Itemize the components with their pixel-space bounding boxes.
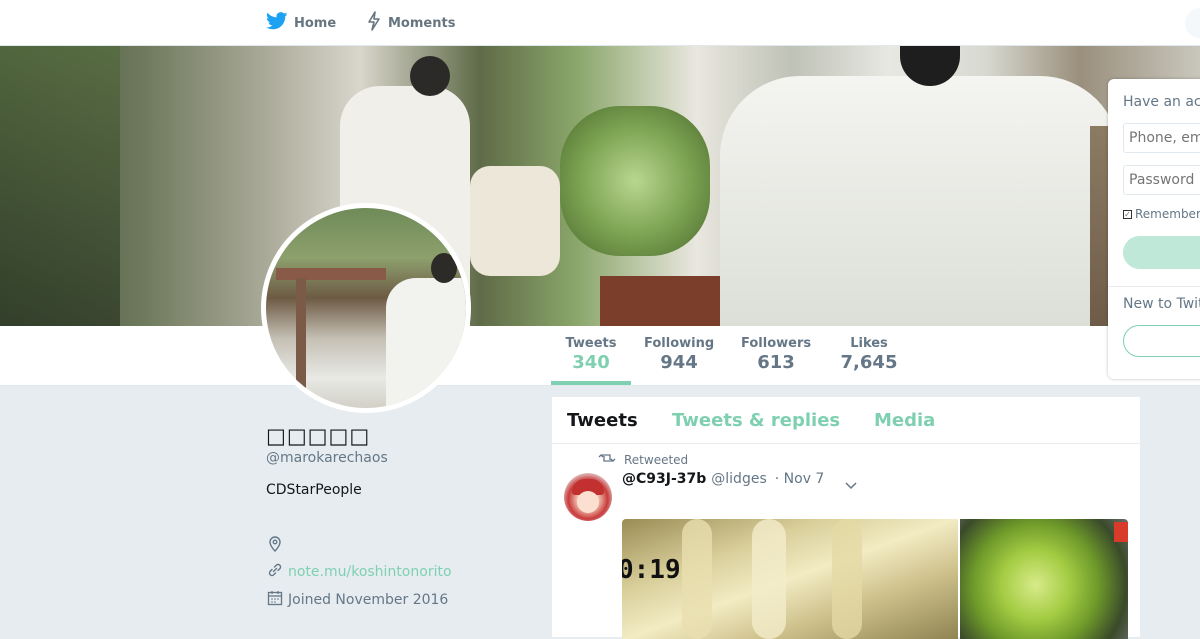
remember-label: Remember me (1135, 207, 1200, 221)
remember-me[interactable]: ✓ Remember me (1123, 207, 1200, 221)
profile-avatar[interactable] (261, 203, 471, 413)
login-divider (1108, 286, 1200, 287)
tweet-author-name[interactable]: @C93J-37b (622, 471, 706, 487)
stat-value: 7,645 (840, 352, 898, 373)
active-stat-underline (551, 381, 631, 385)
stat-value: 340 (572, 352, 610, 373)
stat-followers[interactable]: Followers 613 (741, 336, 811, 373)
stat-label: Tweets (565, 336, 617, 351)
stat-tweets[interactable]: Tweets 340 (560, 336, 622, 373)
profile-name: □□□□□ (266, 424, 371, 448)
retweeted-label: Retweeted (624, 452, 689, 467)
tweet-author-avatar[interactable] (564, 473, 612, 521)
banner-figure-head-left (410, 56, 450, 96)
calendar-icon (266, 589, 288, 611)
banner-foliage-left (0, 46, 120, 326)
media-badge (1114, 522, 1128, 542)
tab-tweets-replies[interactable]: Tweets & replies (672, 410, 840, 431)
login-button[interactable] (1123, 236, 1200, 269)
login-heading: Have an account? (1123, 94, 1200, 110)
location-pin-icon (266, 535, 288, 557)
profile-handle[interactable]: @marokarechaos (266, 450, 388, 466)
retweet-context: Retweeted (598, 451, 688, 468)
login-panel: Have an account? ✓ Remember me New to Tw… (1108, 79, 1200, 379)
password-input[interactable] (1123, 165, 1200, 195)
profile-stats-bar: Tweets 340 Following 944 Followers 613 L… (0, 326, 1200, 386)
tab-media[interactable]: Media (874, 410, 935, 431)
profile-banner (0, 46, 1200, 326)
lightning-icon (366, 11, 388, 35)
media-noodle-3 (832, 519, 862, 639)
remember-checkbox[interactable]: ✓ (1123, 209, 1132, 219)
top-nav: Home Moments (0, 0, 1200, 46)
chevron-down-icon[interactable] (844, 475, 858, 494)
stat-likes[interactable]: Likes 7,645 (838, 336, 900, 373)
stat-value: 944 (660, 352, 698, 373)
media-noodle-1 (682, 519, 712, 639)
tweet-author-handle[interactable]: @lidges (711, 471, 766, 487)
media-noodle-2 (752, 519, 786, 639)
media-timestamp: 0:19 (622, 555, 681, 585)
tab-tweets[interactable]: Tweets (567, 410, 638, 431)
signup-button[interactable] (1123, 325, 1200, 357)
banner-figure-arm (470, 166, 560, 276)
profile-joined: Joined November 2016 (288, 592, 449, 608)
avatar-torii-post (296, 278, 306, 408)
banner-greenery (560, 106, 710, 256)
profile-bio: CDStarPeople (266, 482, 362, 498)
stat-label: Likes (850, 336, 888, 351)
search-button[interactable] (1185, 8, 1200, 38)
tweet-media-video[interactable]: 0:19 (622, 519, 958, 639)
timeline: Tweets Tweets & replies Media Retweeted … (552, 397, 1140, 639)
banner-table (600, 276, 720, 326)
nav-home-label: Home (294, 15, 337, 31)
avatar-torii-beam (276, 268, 386, 280)
stat-label: Following (644, 336, 715, 351)
timeline-tabs: Tweets Tweets & replies Media (552, 397, 1140, 444)
avatar-face (577, 491, 599, 513)
stat-value: 613 (757, 352, 795, 373)
avatar-figure-head (431, 253, 457, 283)
stat-label: Followers (741, 336, 812, 351)
new-to-twitter-label: New to Twitter? (1123, 296, 1200, 312)
avatar-image (266, 208, 466, 408)
banner-figure-robe-right (720, 76, 1120, 326)
tweet-media-image[interactable] (960, 519, 1128, 639)
link-icon (266, 561, 288, 583)
retweet-icon (598, 451, 624, 468)
twitter-bird-icon (266, 12, 294, 34)
tweet-date[interactable]: · Nov 7 (775, 471, 825, 487)
nav-home[interactable]: Home (266, 0, 336, 46)
nav-moments[interactable]: Moments (366, 0, 455, 46)
profile-url-row: note.mu/koshintonorito (266, 561, 452, 583)
profile-location (266, 535, 288, 557)
profile-joined-row: Joined November 2016 (266, 589, 448, 611)
stat-following[interactable]: Following 944 (644, 336, 714, 373)
username-input[interactable] (1123, 123, 1200, 153)
profile-url-link[interactable]: note.mu/koshintonorito (288, 564, 452, 580)
tweet-header: @C93J-37b @lidges · Nov 7 (622, 471, 824, 487)
avatar-figure-robe (386, 278, 466, 408)
nav-moments-label: Moments (388, 15, 456, 31)
